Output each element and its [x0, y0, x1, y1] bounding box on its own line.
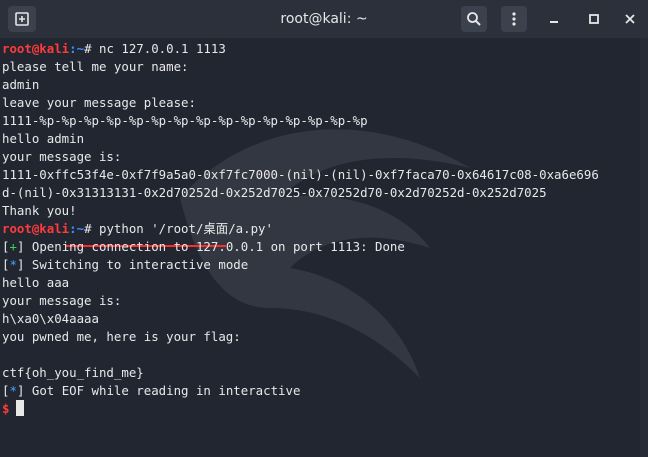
new-tab-button[interactable]: [8, 6, 36, 32]
status-star-icon: *: [9, 383, 17, 398]
terminal-line-15: your message is:: [2, 293, 122, 308]
final-prompt: $: [2, 401, 10, 416]
terminal-line-10: Thank you!: [2, 203, 77, 218]
prompt-path: :~: [69, 221, 85, 236]
scrollbar[interactable]: [640, 38, 648, 457]
prompt-user: root@kali: [2, 41, 70, 56]
status-star-icon: *: [9, 257, 17, 272]
terminal-line-20: $: [2, 400, 9, 418]
search-icon: [467, 12, 481, 26]
terminal-line-16: h\xa0\x04aaaa: [2, 311, 99, 326]
status-text: Got EOF while reading in interactive: [31, 383, 301, 398]
terminal-line-19: [*] Got EOF while reading in interactive: [2, 383, 301, 398]
terminal-line-4: leave your message please:: [2, 95, 196, 110]
terminal-line-18: ctf{oh_you_find_me}: [2, 365, 144, 380]
search-button[interactable]: [461, 6, 487, 32]
terminal-output[interactable]: root@kali:~# nc 127.0.0.1 1113 please te…: [0, 38, 648, 457]
maximize-button[interactable]: [581, 6, 607, 32]
prompt-symbol: #: [84, 41, 99, 56]
terminal-line-13: [*] Switching to interactive mode: [2, 257, 249, 272]
terminal-line-12: [+] Opening connection to 127.0.0.1 on p…: [2, 239, 405, 254]
text-cursor: [16, 400, 24, 416]
status-plus-icon: +: [9, 239, 17, 254]
terminal-line-2: please tell me your name:: [2, 59, 189, 74]
terminal-line-8: 1111-0xffc53f4e-0xf7f9a5a0-0xf7fc7000-(n…: [2, 167, 599, 182]
prompt-user: root@kali: [2, 221, 70, 236]
close-button[interactable]: [617, 6, 643, 32]
menu-button[interactable]: [501, 6, 527, 32]
command-text: python '/root/桌面/a.py': [98, 221, 273, 236]
close-icon: [625, 14, 635, 24]
minimize-icon: [550, 21, 558, 23]
prompt-symbol: #: [84, 221, 99, 236]
terminal-line-9: d-(nil)-0x31313131-0x2d70252d-0x252d7025…: [2, 185, 547, 200]
prompt-path: :~: [69, 41, 85, 56]
terminal-line-17: you pwned me, here is your flag:: [2, 329, 241, 344]
status-text: Opening connection to 127.0.0.1 on port …: [31, 239, 405, 254]
terminal-line-6: hello admin: [2, 131, 85, 146]
terminal-line-11: root@kali:~# python '/root/桌面/a.py': [2, 220, 273, 238]
command-text: nc 127.0.0.1 1113: [98, 41, 226, 56]
terminal-line-5: 1111-%p-%p-%p-%p-%p-%p-%p-%p-%p-%p-%p-%p…: [2, 113, 368, 128]
terminal-line-3: admin: [2, 77, 40, 92]
new-tab-icon: [15, 12, 29, 26]
menu-icon: [512, 12, 516, 26]
terminal-line-7: your message is:: [2, 149, 122, 164]
terminal-line-14: hello aaa: [2, 275, 70, 290]
minimize-button[interactable]: [541, 6, 567, 32]
status-text: Switching to interactive mode: [31, 257, 249, 272]
terminal-line-1: root@kali:~# nc 127.0.0.1 1113: [2, 40, 226, 58]
maximize-icon: [589, 14, 599, 24]
title-bar: root@kali: ~: [0, 0, 648, 38]
